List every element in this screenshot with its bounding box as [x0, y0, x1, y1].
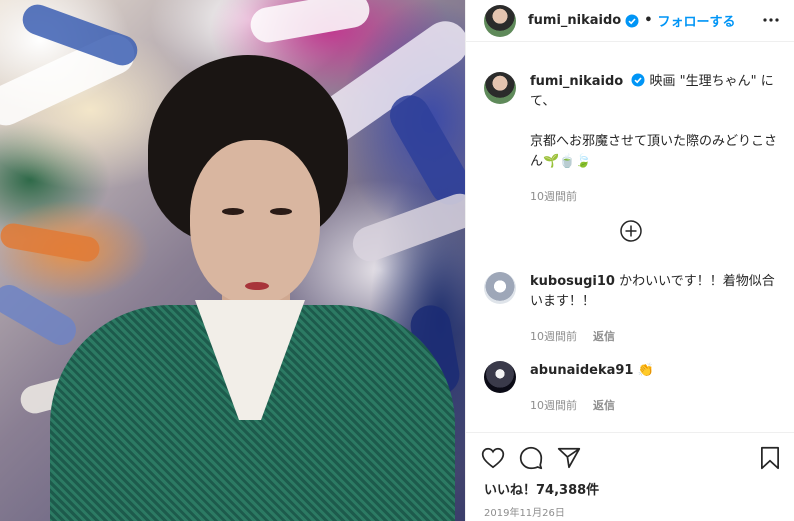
post-caption: fumi_nikaido 映画 "生理ちゃん" にて、 京都へお邪魔させて頂いた… — [484, 72, 784, 207]
verified-badge-icon — [625, 14, 639, 27]
post-header: fumi_nikaido • フォローする — [466, 0, 794, 42]
header-separator: • — [644, 13, 653, 28]
bookmark-icon[interactable] — [757, 445, 783, 471]
post-side-panel: fumi_nikaido • フォローする fumi_nikaido 映画 "生… — [465, 0, 794, 521]
photo-face — [190, 140, 320, 305]
add-circle-icon[interactable] — [619, 219, 643, 243]
comment-item: abunaideka91 👏 10週間前 返信 — [484, 361, 784, 416]
photo-eye-right — [270, 208, 292, 215]
caption-username[interactable]: fumi_nikaido — [530, 74, 623, 89]
reply-button[interactable]: 返信 — [593, 327, 615, 347]
post-actions: いいね！74,388件 2019年11月26日 — [466, 432, 794, 521]
caption-avatar[interactable] — [484, 72, 516, 104]
author-avatar[interactable] — [484, 4, 516, 37]
commenter-username[interactable]: kubosugi10 — [530, 274, 615, 289]
commenter-avatar[interactable] — [484, 272, 516, 304]
comment-text: 👏 — [637, 363, 654, 378]
comment-item: kubosugi10 かわいいです！！着物似合います！！ 10週間前 返信 — [484, 272, 784, 347]
verified-badge-icon — [631, 73, 645, 87]
post-photo[interactable] — [0, 0, 465, 521]
photo-lips — [245, 282, 269, 290]
comment-time[interactable]: 10週間前 — [530, 396, 577, 416]
share-icon[interactable] — [556, 445, 582, 471]
author-username[interactable]: fumi_nikaido — [528, 13, 621, 28]
comment-icon[interactable] — [518, 445, 544, 471]
commenter-username[interactable]: abunaideka91 — [530, 363, 633, 378]
follow-button[interactable]: フォローする — [658, 11, 736, 30]
caption-text-line2: 京都へお邪魔させて頂いた際のみどりこさん🌱🍵🍃 — [530, 134, 778, 169]
heart-icon[interactable] — [480, 445, 506, 471]
caption-time[interactable]: 10週間前 — [530, 187, 577, 207]
comment-time[interactable]: 10週間前 — [530, 327, 577, 347]
reply-button[interactable]: 返信 — [593, 396, 615, 416]
commenter-avatar[interactable] — [484, 361, 516, 393]
more-options-icon[interactable] — [761, 13, 781, 27]
like-count[interactable]: いいね！74,388件 — [484, 479, 599, 498]
photo-eye-left — [222, 208, 244, 215]
post-date[interactable]: 2019年11月26日 — [484, 504, 565, 519]
